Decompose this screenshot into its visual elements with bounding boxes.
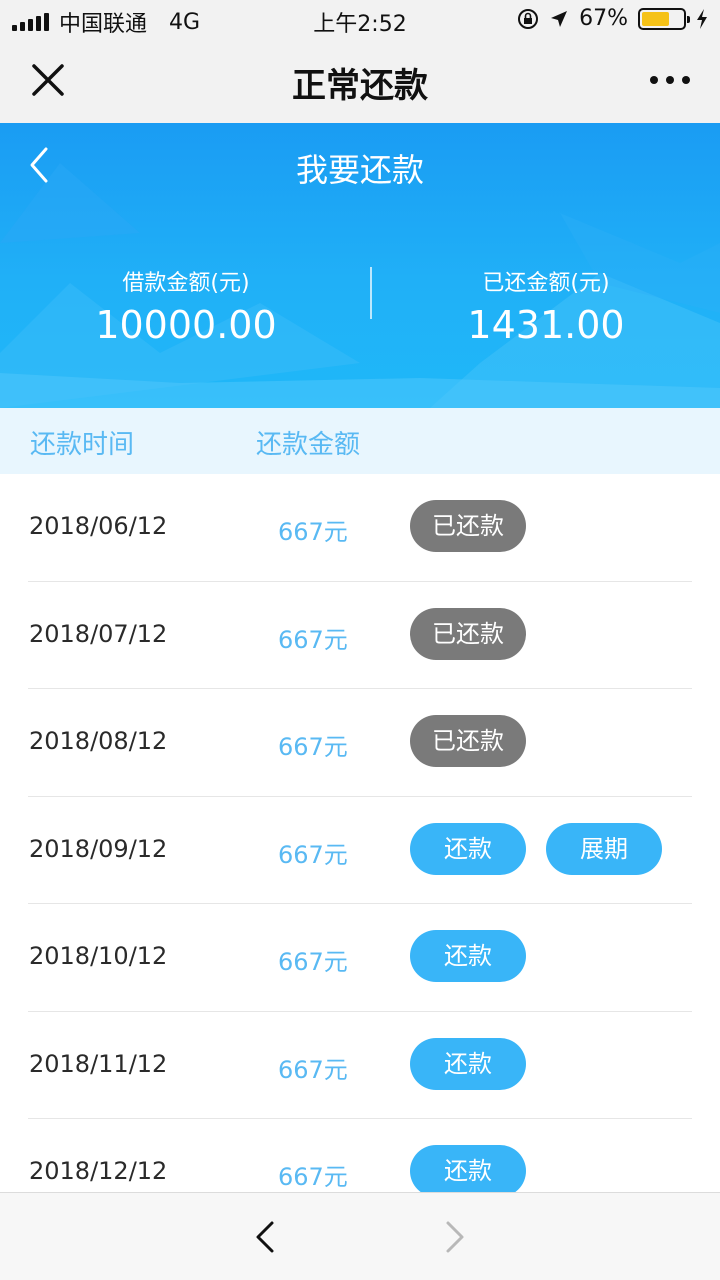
repaid-amount-value: 1431.00 <box>467 303 625 347</box>
chevron-right-icon[interactable] <box>440 1217 470 1257</box>
repay-button[interactable]: 还款 <box>410 930 526 982</box>
table-row: 2018/09/12 667元 还款 展期 <box>0 797 720 904</box>
paid-badge: 已还款 <box>410 500 526 552</box>
row-amount: 667元 <box>278 518 348 546</box>
row-date: 2018/12/12 <box>29 1157 168 1185</box>
charging-bolt-icon <box>697 8 707 29</box>
orientation-lock-icon <box>518 8 539 29</box>
extend-button[interactable]: 展期 <box>546 822 662 875</box>
loan-amount-label: 借款金额(元) <box>122 271 250 296</box>
column-header-date: 还款时间 <box>30 430 135 460</box>
row-date: 2018/08/12 <box>29 727 168 755</box>
nav-bar: 正常还款 <box>0 40 720 123</box>
table-row: 2018/12/12 667元 还款 <box>0 1119 720 1192</box>
row-date: 2018/09/12 <box>29 834 168 863</box>
row-date: 2018/11/12 <box>29 1049 168 1078</box>
table-row: 2018/08/12 667元 已还款 <box>0 689 720 797</box>
paid-badge: 已还款 <box>410 607 526 660</box>
page-title: 正常还款 <box>292 66 428 106</box>
row-amount: 667元 <box>278 625 348 654</box>
table-header: 还款时间 还款金额 <box>0 408 720 474</box>
column-header-amount: 还款金额 <box>256 430 361 460</box>
row-date: 2018/06/12 <box>29 512 168 540</box>
status-bar: 中国联通 4G 上午2:52 67% <box>0 0 720 40</box>
row-amount: 667元 <box>278 1163 348 1191</box>
chevron-left-icon[interactable] <box>250 1217 280 1257</box>
row-amount: 667元 <box>278 733 348 761</box>
row-amount: 667元 <box>278 948 348 976</box>
browser-toolbar <box>0 1192 720 1280</box>
repaid-amount-label: 已还金额(元) <box>482 271 610 296</box>
paid-badge: 已还款 <box>410 715 526 767</box>
repaid-amount-block: 已还金额(元) 1431.00 <box>366 265 720 347</box>
row-date: 2018/07/12 <box>29 619 168 648</box>
repayment-list[interactable]: 2018/06/12 667元 已还款 2018/07/12 667元 已还款 … <box>0 474 720 1192</box>
status-right: 67% <box>517 6 708 31</box>
more-dots-icon[interactable] <box>648 68 692 92</box>
table-row: 2018/11/12 667元 还款 <box>0 1012 720 1119</box>
repay-button[interactable]: 还款 <box>410 822 526 875</box>
table-row: 2018/10/12 667元 还款 <box>0 904 720 1012</box>
header-title: 我要还款 <box>295 151 424 189</box>
location-arrow-icon <box>551 10 568 27</box>
row-date: 2018/10/12 <box>29 942 168 970</box>
loan-amount-block: 借款金额(元) 10000.00 <box>6 265 366 347</box>
loan-amount-value: 10000.00 <box>95 303 277 347</box>
table-row: 2018/07/12 667元 已还款 <box>0 582 720 689</box>
table-row: 2018/06/12 667元 已还款 <box>0 474 720 582</box>
repayment-header: 我要还款 借款金额(元) 10000.00 已还金额(元) 1431.00 <box>0 123 720 408</box>
repay-button[interactable]: 还款 <box>410 1037 526 1090</box>
battery-percent: 67% <box>579 6 628 31</box>
row-amount: 667元 <box>278 840 348 869</box>
battery-icon <box>638 7 690 30</box>
row-amount: 667元 <box>278 1055 348 1084</box>
repay-button[interactable]: 还款 <box>410 1145 526 1192</box>
